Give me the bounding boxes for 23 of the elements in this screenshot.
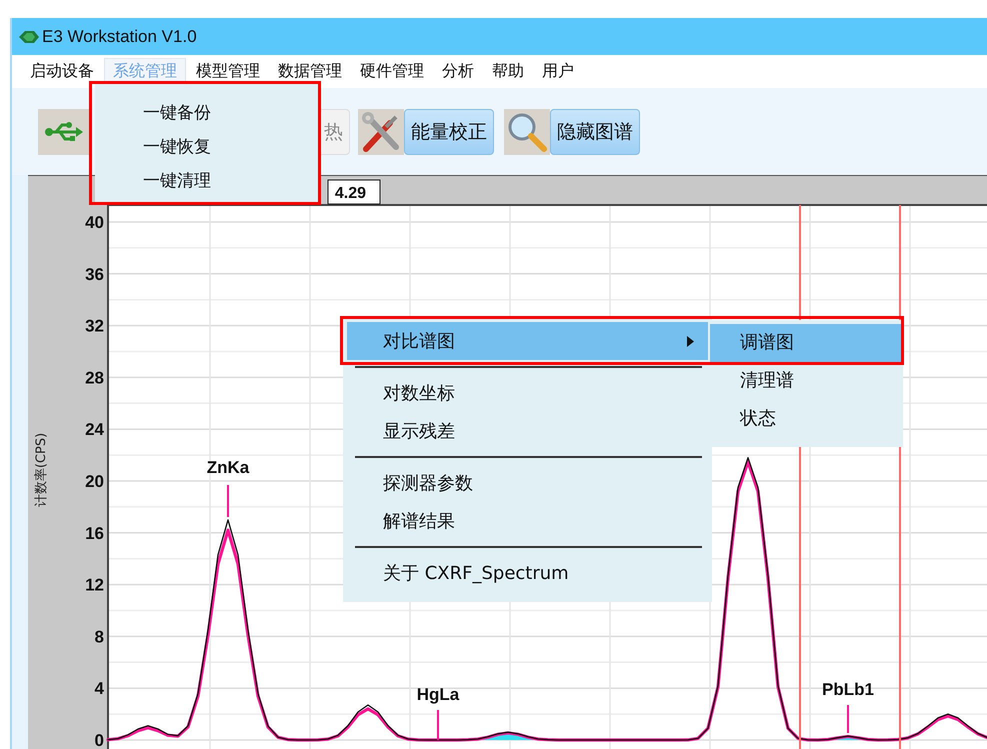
axis-tick-label: 4 xyxy=(94,679,104,698)
menu-item-label: 显示残差 xyxy=(383,420,455,443)
axis-tick-label: 12 xyxy=(85,576,104,595)
menu-item-label: 关于 CXRF_Spectrum xyxy=(383,562,569,585)
axis-tick-label: 28 xyxy=(85,368,104,388)
menu-item-label: 对比谱图 xyxy=(383,330,455,353)
axis-tick-label: 0 xyxy=(94,731,104,749)
peak-label: ZnKa xyxy=(206,458,250,477)
readout-value: 4.29 xyxy=(334,185,366,202)
peak-label: HgLa xyxy=(416,685,460,704)
axis-tick-label: 40 xyxy=(85,213,104,232)
peak-label: PbLb1 xyxy=(822,680,874,699)
window-title: E3 Workstation V1.0 xyxy=(42,26,197,46)
menu-item-label: 探测器参数 xyxy=(383,472,473,495)
axis-title: 计数率(CPS) xyxy=(34,432,49,508)
axis-tick-label: 32 xyxy=(85,316,104,336)
axis-tick-label: 24 xyxy=(85,420,104,440)
axis-tick-label: 8 xyxy=(94,627,104,646)
menu-item-label: 解谱结果 xyxy=(383,510,455,533)
menu-item-label: 对数坐标 xyxy=(383,382,455,405)
axis-tick-label: 36 xyxy=(85,264,104,284)
axis-tick-label: 16 xyxy=(85,524,104,543)
axis-tick-label: 20 xyxy=(85,472,104,491)
